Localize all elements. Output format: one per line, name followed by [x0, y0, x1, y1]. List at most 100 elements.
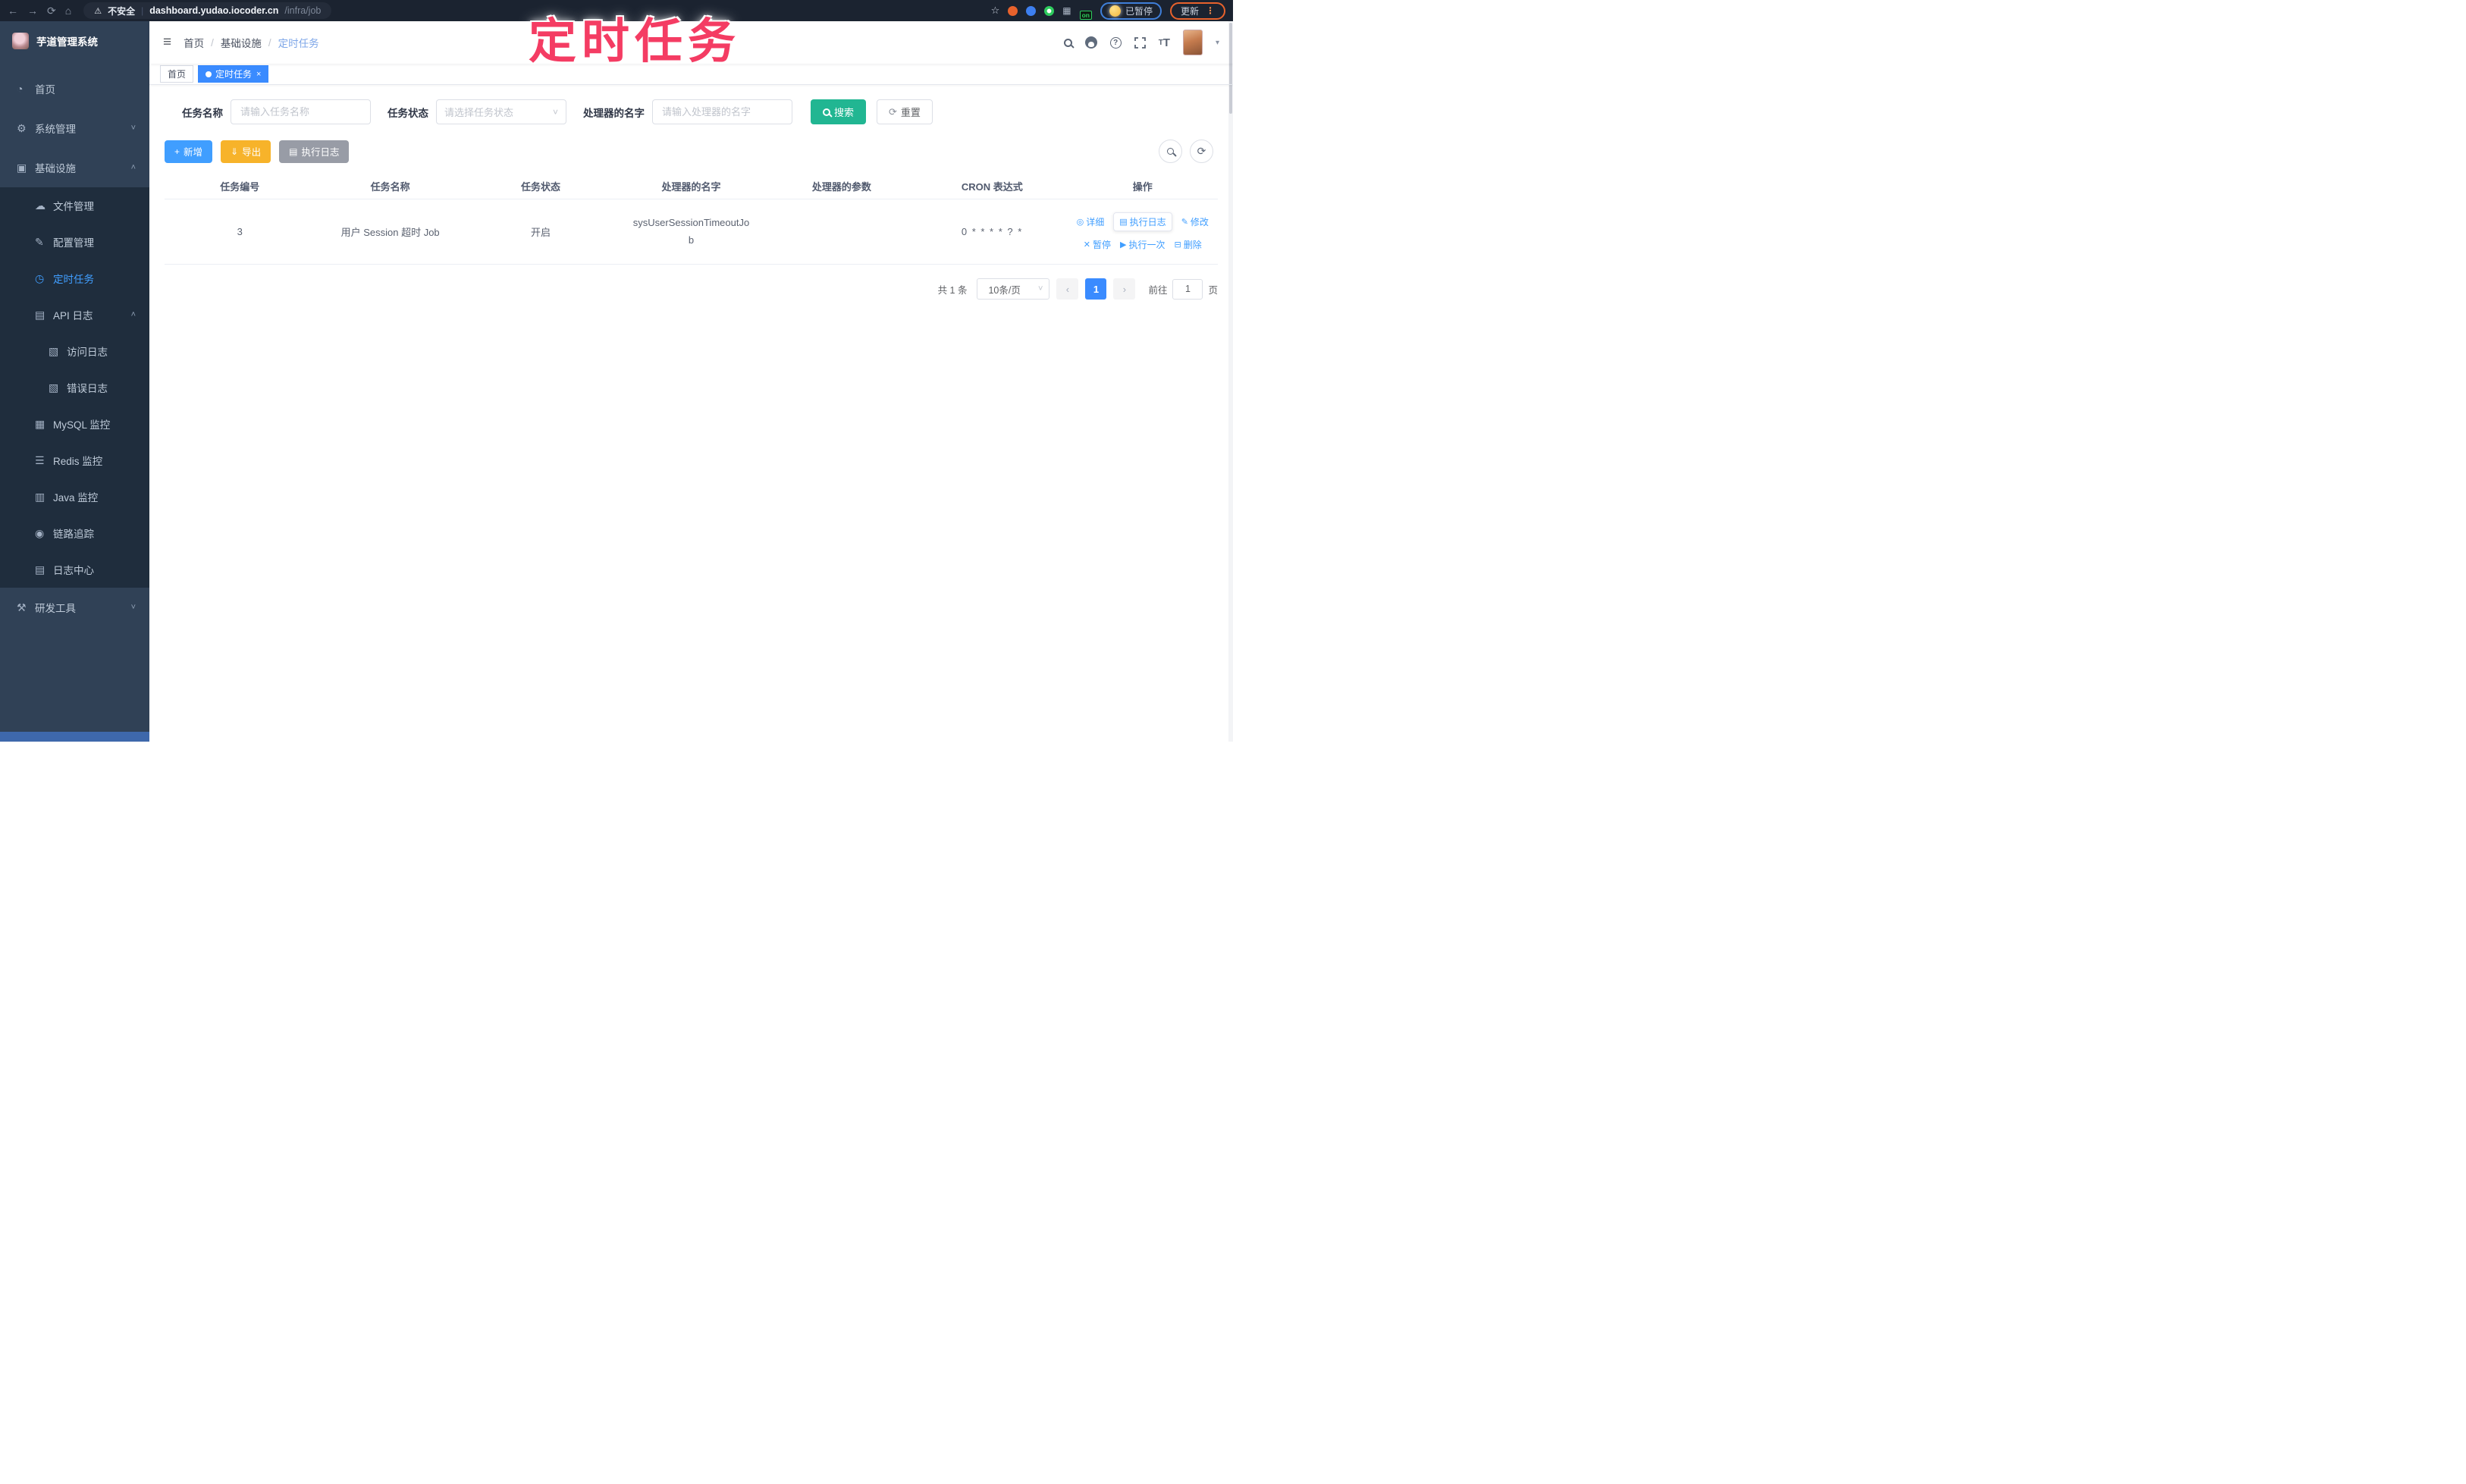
pause-link[interactable]: ✕ 暂停 — [1084, 238, 1111, 251]
prev-page-button[interactable]: ‹ — [1056, 278, 1079, 300]
edit-icon: ✎ — [35, 235, 44, 248]
sidebar-item-api-log[interactable]: ▤ API 日志 ˄ — [0, 296, 149, 333]
sidebar-item-label: 研发工具 — [35, 603, 76, 614]
avatar-caret-icon[interactable]: ▾ — [1216, 39, 1219, 47]
update-button-label[interactable]: 更新 — [1181, 5, 1199, 17]
sidebar-item-scheduled-tasks[interactable]: ◷ 定时任务 — [0, 260, 149, 296]
url-host[interactable]: dashboard.yudao.iocoder.cn — [149, 5, 278, 16]
sidebar-menu: ◔ 首页 ⚙ 系统管理 ˅ ▣ 基础设施 ˄ ☁ 文件管理 ✎ 配置管理 ◷ 定… — [0, 69, 149, 627]
main-area: ≡ 首页 / 基础设施 / 定时任务 ? TT ▾ 首页 定时任务 × 任务名称… — [149, 21, 1233, 742]
font-size-icon[interactable]: TT — [1159, 36, 1170, 49]
sidebar-item-label: API 日志 — [53, 310, 93, 322]
page-1-button[interactable]: 1 — [1085, 278, 1107, 300]
toggle-search-button[interactable] — [1159, 140, 1182, 163]
task-status-select[interactable]: 请选择任务状态 ˅ — [436, 99, 566, 124]
filter-form: 任务名称 任务状态 请选择任务状态 ˅ 处理器的名字 搜索 ⟳ — [165, 99, 1218, 124]
extension-icon-orange[interactable] — [1008, 5, 1018, 16]
app-shell: 芋道管理系统 ◔ 首页 ⚙ 系统管理 ˅ ▣ 基础设施 ˄ ☁ 文件管理 ✎ 配… — [0, 21, 1233, 742]
search-button[interactable]: 搜索 — [811, 99, 867, 124]
page-size-select[interactable]: 10条/页 ˅ — [977, 278, 1050, 300]
sidebar-item-label: 配置管理 — [53, 237, 94, 249]
extension-on-badge[interactable]: on — [1079, 10, 1092, 20]
tab-scheduled-tasks[interactable]: 定时任务 × — [198, 65, 269, 83]
sidebar-item-dev-tools[interactable]: ⚒ 研发工具 ˅ — [0, 588, 149, 627]
page-scrollbar[interactable] — [1228, 21, 1233, 742]
delete-link[interactable]: ⊟ 删除 — [1175, 238, 1202, 251]
sidebar-item-error-log[interactable]: ▧ 错误日志 — [0, 369, 149, 406]
breadcrumb-separator: / — [211, 36, 214, 49]
handler-name-label: 处理器的名字 — [583, 107, 645, 119]
refresh-table-button[interactable]: ⟳ — [1190, 140, 1213, 163]
extension-icon-green[interactable] — [1044, 5, 1055, 16]
browser-profile-chip[interactable]: 已暂停 — [1100, 2, 1162, 20]
breadcrumb-home[interactable]: 首页 — [184, 35, 204, 50]
security-warning-label[interactable]: 不安全 — [108, 5, 135, 17]
browser-reload-icon[interactable]: ⟳ — [47, 5, 56, 16]
search-icon[interactable] — [1063, 38, 1072, 47]
cell-actions: ◎ 详细 ▤ 执行日志 ✎ 修改 ✕ 暂停 ▶ 执行一次 ⊟ 删除 — [1068, 212, 1218, 251]
tab-close-icon[interactable]: × — [256, 70, 261, 79]
goto-prefix-label: 前往 — [1148, 284, 1168, 296]
sidebar-item-infrastructure[interactable]: ▣ 基础设施 ˄ — [0, 148, 149, 187]
breadcrumb-infrastructure[interactable]: 基础设施 — [221, 35, 262, 50]
sidebar-scrollbar[interactable] — [0, 732, 149, 742]
extension-icon-blue[interactable] — [1026, 5, 1037, 16]
hamburger-icon[interactable]: ≡ — [149, 34, 184, 51]
pagination-total: 共 1 条 — [937, 284, 968, 296]
help-icon[interactable]: ? — [1109, 36, 1122, 49]
bookmark-star-icon[interactable]: ☆ — [991, 5, 1000, 17]
monitor-icon: ▣ — [17, 161, 27, 174]
sidebar-logo[interactable]: 芋道管理系统 — [0, 21, 149, 58]
pagination: 共 1 条 10条/页 ˅ ‹ 1 › 前往 页 — [165, 278, 1218, 300]
address-bar[interactable]: ⚠ 不安全 | dashboard.yudao.iocoder.cn/infra… — [83, 2, 332, 19]
detail-link[interactable]: ◎ 详细 — [1077, 215, 1105, 228]
edit-link[interactable]: ✎ 修改 — [1181, 215, 1209, 228]
sidebar-item-label: 链路追踪 — [53, 529, 94, 540]
browser-menu-icon[interactable]: ⋮ — [1206, 5, 1215, 16]
browser-forward-icon[interactable]: → — [27, 5, 38, 16]
add-button[interactable]: + 新增 — [165, 140, 213, 163]
sidebar-item-redis-monitor[interactable]: ☰ Redis 监控 — [0, 442, 149, 478]
sidebar-item-home[interactable]: ◔ 首页 — [0, 69, 149, 108]
edit-link-label: 修改 — [1190, 217, 1209, 227]
task-status-label: 任务状态 — [387, 107, 428, 119]
sidebar-item-file-management[interactable]: ☁ 文件管理 — [0, 187, 149, 224]
browser-update-chip[interactable]: 更新 ⋮ — [1169, 2, 1225, 20]
sidebar-item-config-management[interactable]: ✎ 配置管理 — [0, 224, 149, 260]
export-button[interactable]: ⇓ 导出 — [221, 140, 271, 163]
refresh-icon: ⟳ — [889, 105, 897, 118]
goto-page-input[interactable] — [1172, 278, 1203, 300]
tab-home[interactable]: 首页 — [160, 65, 194, 83]
table-toolbar: + 新增 ⇓ 导出 ▤ 执行日志 ⟳ — [165, 140, 1218, 163]
list-icon: ▤ — [1119, 218, 1128, 227]
toolbox-icon: ⚒ — [17, 601, 27, 613]
run-once-link[interactable]: ▶ 执行一次 — [1120, 238, 1165, 251]
col-cron: CRON 表达式 — [961, 181, 1023, 193]
browser-back-icon[interactable]: ← — [8, 5, 18, 16]
browser-extensions-area: ☆ ▦ on 已暂停 更新 ⋮ — [991, 2, 1225, 20]
profile-status-label: 已暂停 — [1125, 5, 1153, 17]
fullscreen-icon[interactable] — [1134, 36, 1146, 49]
delete-link-label: 删除 — [1183, 240, 1202, 250]
sidebar-item-log-center[interactable]: ▤ 日志中心 — [0, 551, 149, 588]
exec-log-link[interactable]: ▤ 执行日志 — [1113, 212, 1172, 231]
page-content: 任务名称 任务状态 请选择任务状态 ˅ 处理器的名字 搜索 ⟳ — [149, 85, 1233, 742]
sidebar-submenu-infrastructure: ☁ 文件管理 ✎ 配置管理 ◷ 定时任务 ▤ API 日志 ˄ ▧ 访问日志 ▧… — [0, 187, 149, 588]
sidebar-item-system-management[interactable]: ⚙ 系统管理 ˅ — [0, 108, 149, 148]
sidebar-item-access-log[interactable]: ▧ 访问日志 — [0, 333, 149, 369]
sidebar-item-java-monitor[interactable]: ▥ Java 监控 — [0, 478, 149, 515]
github-icon[interactable] — [1084, 36, 1097, 49]
reset-button[interactable]: ⟳ 重置 — [877, 99, 933, 124]
next-page-button[interactable]: › — [1113, 278, 1136, 300]
handler-name-input[interactable] — [652, 99, 792, 124]
tags-view: 首页 定时任务 × — [149, 64, 1233, 85]
task-name-input[interactable] — [231, 99, 371, 124]
exec-log-button[interactable]: ▤ 执行日志 — [279, 140, 350, 163]
browser-home-icon[interactable]: ⌂ — [65, 5, 71, 16]
sidebar-item-mysql-monitor[interactable]: ▦ MySQL 监控 — [0, 406, 149, 442]
extension-icon-grid[interactable]: ▦ — [1062, 5, 1071, 16]
sidebar-item-label: 首页 — [35, 84, 55, 96]
sidebar-item-trace[interactable]: ◉ 链路追踪 — [0, 515, 149, 551]
user-avatar[interactable] — [1182, 30, 1203, 55]
sidebar-item-label: 定时任务 — [53, 274, 94, 285]
